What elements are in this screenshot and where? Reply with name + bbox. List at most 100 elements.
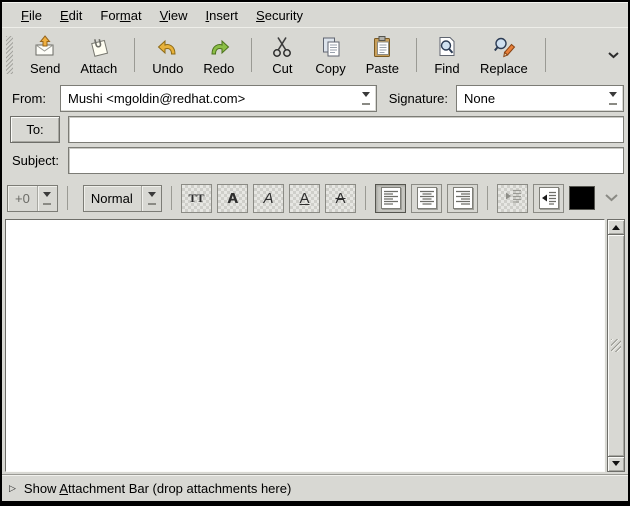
- dropdown-arrow-icon: [37, 186, 57, 211]
- replace-button[interactable]: Replace: [470, 31, 538, 79]
- menu-format[interactable]: Format: [91, 5, 150, 26]
- underline-icon: A: [299, 190, 309, 207]
- undo-icon: [155, 34, 181, 60]
- typewriter-toggle-button[interactable]: TT: [181, 184, 212, 213]
- cut-icon: [269, 34, 295, 60]
- toolbar-separator: [545, 38, 546, 72]
- indent-icon: [539, 187, 559, 209]
- message-editor: [2, 218, 628, 474]
- arrow-up-icon: [612, 221, 620, 230]
- to-input[interactable]: [68, 116, 624, 143]
- chevron-down-icon: [604, 189, 619, 206]
- send-label: Send: [30, 61, 60, 76]
- copy-label: Copy: [315, 61, 345, 76]
- from-label: From:: [6, 91, 60, 106]
- compose-mail-window: File Edit Format View Insert Security Se…: [0, 0, 630, 506]
- scrollbar-thumb[interactable]: [607, 235, 625, 456]
- expander-triangle-icon: ▷: [9, 484, 16, 493]
- unindent-button[interactable]: [497, 184, 528, 213]
- redo-icon: [206, 34, 232, 60]
- align-center-button[interactable]: [411, 184, 442, 213]
- align-right-button[interactable]: [447, 184, 478, 213]
- paragraph-style-value: Normal: [84, 186, 141, 211]
- italic-toggle-button[interactable]: A: [253, 184, 284, 213]
- replace-icon: [491, 34, 517, 60]
- format-separator: [487, 186, 488, 210]
- toolbar-separator: [416, 38, 417, 72]
- main-toolbar: Send Attach Undo Redo Cut: [2, 27, 628, 82]
- toolbar-spacer: [553, 31, 605, 79]
- italic-icon: A: [263, 190, 273, 207]
- strikethrough-icon: A: [335, 190, 345, 207]
- redo-button[interactable]: Redo: [193, 31, 244, 79]
- scroll-down-button[interactable]: [607, 456, 625, 472]
- to-row: To:: [6, 116, 624, 143]
- attachment-bar-label: Show Attachment Bar (drop attachments he…: [24, 481, 291, 496]
- undo-label: Undo: [152, 61, 183, 76]
- menu-file[interactable]: File: [12, 5, 51, 26]
- format-separator: [365, 186, 366, 210]
- attach-icon: [86, 34, 112, 60]
- bold-toggle-button[interactable]: A: [217, 184, 248, 213]
- copy-button[interactable]: Copy: [305, 31, 355, 79]
- from-select[interactable]: Mushi <mgoldin@redhat.com>: [60, 85, 377, 112]
- align-right-icon: [453, 187, 473, 209]
- header-fields: From: Mushi <mgoldin@redhat.com> Signatu…: [2, 82, 628, 178]
- signature-label: Signature:: [377, 91, 456, 106]
- toolbar-grip-handle[interactable]: [6, 36, 13, 74]
- subject-label: Subject:: [6, 153, 60, 168]
- format-toolbar: +0 Normal TT A A A A: [2, 178, 628, 218]
- format-separator: [67, 186, 68, 210]
- indent-button[interactable]: [533, 184, 564, 213]
- chevron-down-icon: [607, 46, 620, 63]
- menu-edit[interactable]: Edit: [51, 5, 91, 26]
- from-value: Mushi <mgoldin@redhat.com>: [61, 91, 356, 106]
- find-button[interactable]: Find: [424, 31, 470, 79]
- cut-label: Cut: [272, 61, 292, 76]
- copy-icon: [318, 34, 344, 60]
- underline-toggle-button[interactable]: A: [289, 184, 320, 213]
- paste-button[interactable]: Paste: [356, 31, 409, 79]
- toolbar-overflow-button[interactable]: [605, 42, 622, 68]
- unindent-icon: [503, 186, 523, 210]
- scrollbar-grip-icon: [611, 339, 621, 352]
- formatbar-overflow-button[interactable]: [600, 189, 623, 207]
- find-label: Find: [434, 61, 459, 76]
- paste-label: Paste: [366, 61, 399, 76]
- toolbar-separator: [134, 38, 135, 72]
- align-center-icon: [417, 187, 437, 209]
- scroll-up-button[interactable]: [607, 219, 625, 235]
- undo-button[interactable]: Undo: [142, 31, 193, 79]
- subject-input[interactable]: [68, 147, 624, 174]
- align-left-button[interactable]: [375, 184, 406, 213]
- send-button[interactable]: Send: [20, 31, 70, 79]
- find-icon: [434, 34, 460, 60]
- strikethrough-toggle-button[interactable]: A: [325, 184, 356, 213]
- replace-label: Replace: [480, 61, 528, 76]
- redo-label: Redo: [203, 61, 234, 76]
- dropdown-arrow-icon: [356, 92, 376, 105]
- send-icon: [32, 34, 58, 60]
- paste-icon: [369, 34, 395, 60]
- menu-security[interactable]: Security: [247, 5, 312, 26]
- from-row: From: Mushi <mgoldin@redhat.com> Signatu…: [6, 85, 624, 112]
- typewriter-icon: TT: [188, 191, 204, 206]
- attach-button[interactable]: Attach: [70, 31, 127, 79]
- toolbar-separator: [251, 38, 252, 72]
- menu-view[interactable]: View: [151, 5, 197, 26]
- to-button[interactable]: To:: [10, 116, 60, 143]
- paragraph-style-select[interactable]: Normal: [83, 185, 162, 212]
- subject-row: Subject:: [6, 147, 624, 174]
- message-body-input[interactable]: [5, 219, 605, 472]
- menu-bar: File Edit Format View Insert Security: [2, 2, 628, 27]
- attach-label: Attach: [80, 61, 117, 76]
- text-color-swatch-button[interactable]: [569, 186, 595, 210]
- signature-select[interactable]: None: [456, 85, 624, 112]
- editor-scrollbar[interactable]: [607, 219, 625, 472]
- font-size-select[interactable]: +0: [7, 185, 58, 212]
- dropdown-arrow-icon: [603, 92, 623, 105]
- cut-button[interactable]: Cut: [259, 31, 305, 79]
- menu-insert[interactable]: Insert: [197, 5, 248, 26]
- signature-value: None: [457, 91, 603, 106]
- attachment-bar-expander[interactable]: ▷ Show Attachment Bar (drop attachments …: [2, 474, 628, 501]
